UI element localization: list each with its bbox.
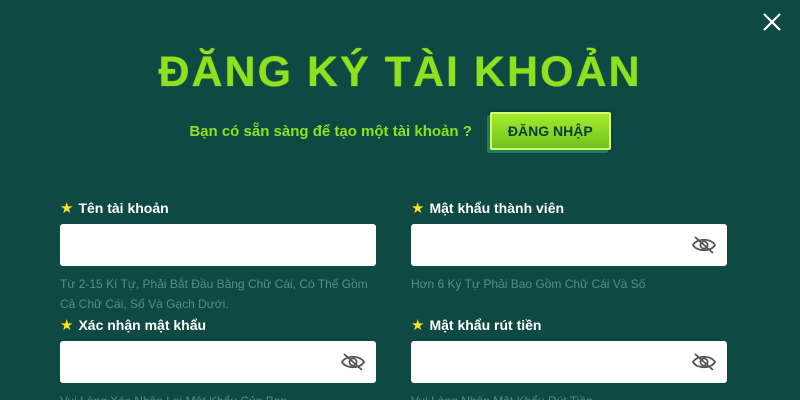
withdraw-password-input-wrap bbox=[411, 341, 727, 383]
password-hint: Hơn 6 Ký Tự Phải Bao Gồm Chữ Cái Và Số bbox=[411, 277, 646, 291]
username-input[interactable] bbox=[60, 224, 376, 266]
confirm-password-field-group: ★ Xác nhận mật khẩu Vui Lòng Xác Nhận Lạ… bbox=[60, 316, 376, 400]
username-label-text: Tên tài khoản bbox=[78, 200, 169, 216]
star-icon: ★ bbox=[411, 199, 425, 217]
login-button[interactable]: ĐĂNG NHẬP bbox=[489, 112, 611, 150]
confirm-password-input-wrap bbox=[60, 341, 376, 383]
confirm-password-hint: Vui Lòng Xác Nhận Lại Mật Khẩu Của Bạn bbox=[60, 391, 376, 400]
password-input-wrap bbox=[411, 224, 727, 266]
username-field-group: ★ Tên tài khoản Từ 2-15 Kí Tự, Phải Bắt … bbox=[60, 199, 376, 314]
star-icon: ★ bbox=[60, 316, 74, 334]
eye-off-icon[interactable] bbox=[340, 351, 366, 373]
withdraw-password-field-group: ★ Mật khẩu rút tiền Vui Lòng Nhập Mật Kh… bbox=[411, 316, 727, 400]
username-input-wrap bbox=[60, 224, 376, 266]
password-label: ★ Mật khẩu thành viên bbox=[411, 199, 727, 217]
confirm-password-input[interactable] bbox=[60, 341, 376, 383]
password-label-text: Mật khẩu thành viên bbox=[429, 200, 565, 216]
close-button[interactable] bbox=[758, 8, 786, 36]
username-label: ★ Tên tài khoản bbox=[60, 199, 376, 217]
eye-off-icon[interactable] bbox=[691, 351, 717, 373]
star-icon: ★ bbox=[60, 199, 74, 217]
password-input[interactable] bbox=[411, 224, 727, 266]
page-title: ĐĂNG KÝ TÀI KHOẢN bbox=[158, 48, 642, 96]
login-prompt: Bạn có sẵn sàng để tạo một tài khoản ? Đ… bbox=[0, 112, 800, 150]
star-icon: ★ bbox=[411, 316, 425, 334]
eye-off-icon[interactable] bbox=[691, 234, 717, 256]
password-field-group: ★ Mật khẩu thành viên Hơn 6 Ký Tự Phải B… bbox=[411, 199, 727, 294]
username-hint: Từ 2-15 Kí Tự, Phải Bắt Đầu Bằng Chữ Cái… bbox=[60, 277, 368, 311]
confirm-password-label: ★ Xác nhận mật khẩu bbox=[60, 316, 376, 334]
withdraw-password-hint: Vui Lòng Nhập Mật Khẩu Rút Tiền bbox=[411, 391, 727, 400]
withdraw-password-label: ★ Mật khẩu rút tiền bbox=[411, 316, 727, 334]
register-modal: ĐĂNG KÝ TÀI KHOẢN Bạn có sẵn sàng để tạo… bbox=[0, 0, 800, 400]
withdraw-password-input[interactable] bbox=[411, 341, 727, 383]
close-icon bbox=[763, 13, 781, 31]
withdraw-password-label-text: Mật khẩu rút tiền bbox=[429, 317, 542, 333]
subtitle-text: Bạn có sẵn sàng để tạo một tài khoản ? bbox=[189, 122, 472, 140]
confirm-password-label-text: Xác nhận mật khẩu bbox=[78, 317, 207, 333]
